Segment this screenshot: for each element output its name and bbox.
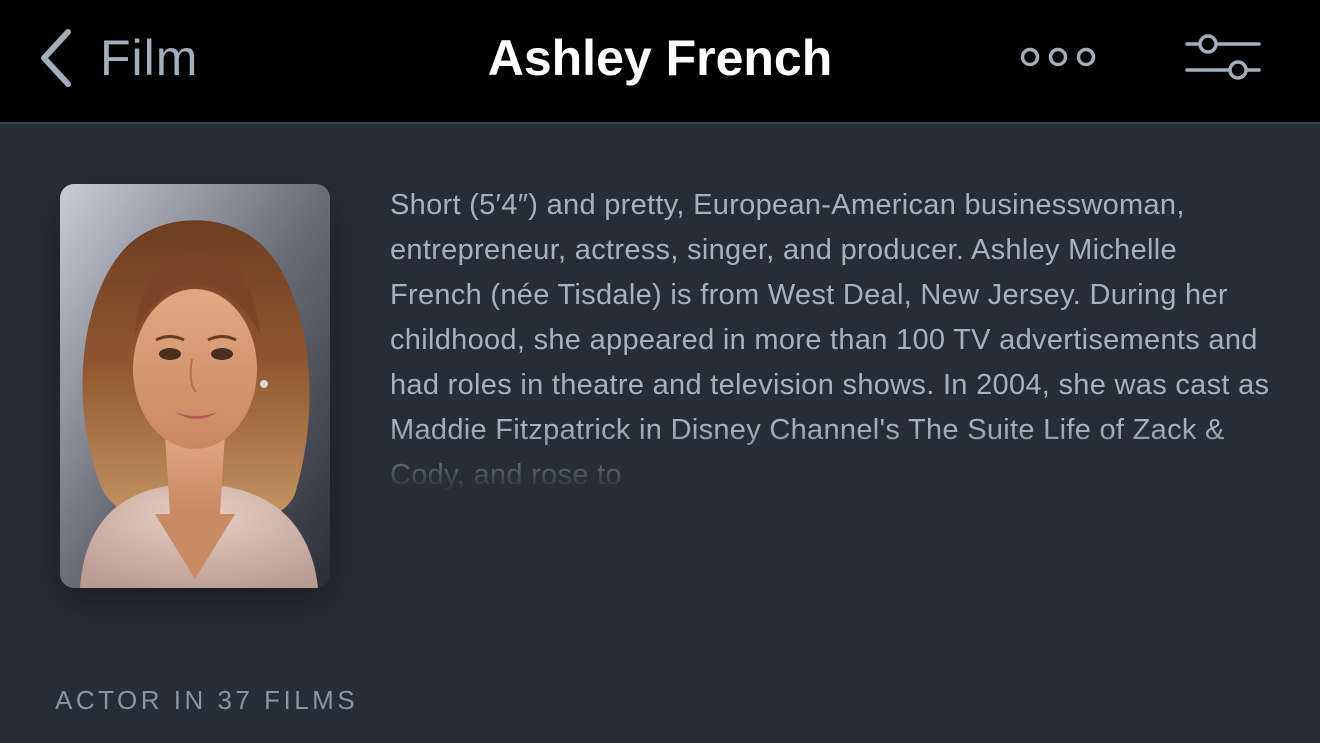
more-button[interactable] — [1016, 40, 1100, 74]
ellipsis-icon — [1020, 47, 1096, 67]
back-button-label: Film — [100, 30, 199, 86]
sliders-icon — [1185, 34, 1261, 80]
back-button[interactable]: Film — [36, 26, 198, 90]
actor-biography[interactable]: Short (5′4″) and pretty, European-Americ… — [390, 183, 1270, 495]
navigation-divider — [0, 122, 1320, 124]
filmography-heading: ACTOR IN 37 FILMS — [55, 685, 359, 715]
filter-settings-button[interactable] — [1182, 30, 1264, 84]
page-title: Ashley French — [487, 30, 833, 86]
actor-photo — [60, 184, 330, 588]
chevron-left-icon — [41, 29, 71, 87]
actor-portrait — [60, 184, 330, 588]
